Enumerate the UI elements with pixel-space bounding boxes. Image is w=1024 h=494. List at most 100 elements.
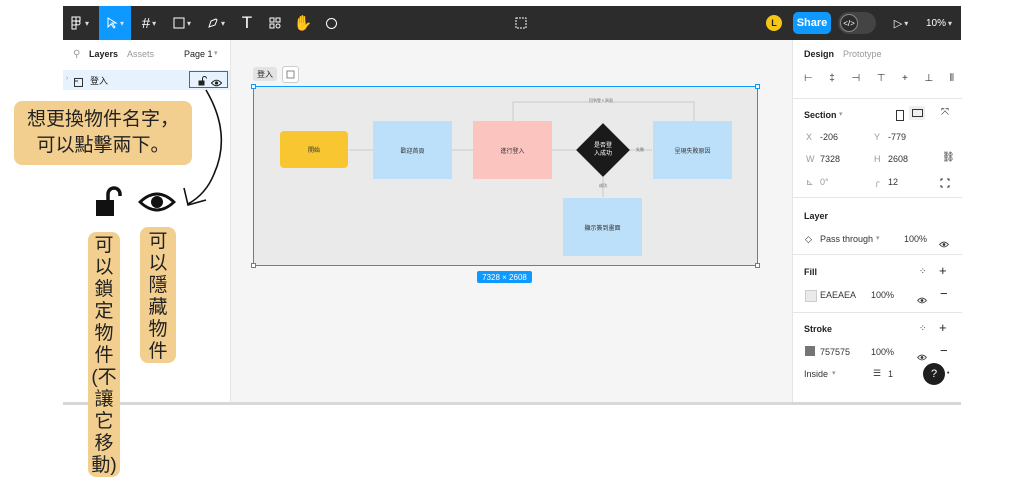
layer-name[interactable]: 登入 <box>90 74 108 87</box>
add-stroke-icon[interactable]: + <box>939 320 947 335</box>
help-button[interactable]: ? <box>923 363 945 385</box>
fill-opacity-input[interactable]: 100% <box>871 290 894 300</box>
page-selector[interactable]: Page 1 <box>184 49 213 59</box>
hide-note-char: 藏 <box>148 297 168 318</box>
styles-icon[interactable]: ⁘ <box>919 323 927 334</box>
align-top-icon[interactable]: ⊤ <box>877 73 886 85</box>
decision-line-2: 入成功 <box>593 151 612 157</box>
lock-note-char: (不 <box>91 367 117 388</box>
divider <box>793 98 962 99</box>
independent-corners-icon[interactable] <box>940 175 950 193</box>
align-center-icon[interactable]: ‡ <box>829 73 835 85</box>
frame-tool-icon[interactable]: # ▾ <box>135 6 163 40</box>
resize-handle[interactable] <box>755 263 760 268</box>
shape-tool-icon[interactable]: ▾ <box>167 6 197 40</box>
y-label: Y <box>874 132 881 142</box>
file-component-icon[interactable] <box>509 6 533 40</box>
lock-note-char: 以 <box>94 257 114 278</box>
distribute-icon[interactable]: ⫴ <box>950 73 954 85</box>
zoom-dropdown[interactable]: 10% ▾ <box>921 6 957 40</box>
chevron-down-icon[interactable]: ▾ <box>876 234 880 242</box>
eye-icon[interactable] <box>917 291 927 309</box>
welcome-node[interactable]: 歡迎首頁 <box>373 121 452 179</box>
add-fill-icon[interactable]: + <box>939 263 947 278</box>
styles-icon[interactable]: ⁘ <box>919 266 927 277</box>
start-node[interactable]: 開始 <box>280 131 348 168</box>
present-icon[interactable]: ▷ ▾ <box>889 6 913 40</box>
constrain-proportions-icon[interactable]: ⛓ <box>942 152 955 163</box>
dev-mode-toggle[interactable]: </> <box>838 12 876 34</box>
text-tool-icon[interactable]: T <box>235 6 259 40</box>
zoom-level: 10% <box>925 17 946 29</box>
radius-input[interactable]: 12 <box>888 177 898 187</box>
tab-assets[interactable]: Assets <box>127 49 154 59</box>
landscape-icon[interactable] <box>909 106 925 120</box>
curved-arrow <box>183 89 223 206</box>
h-input[interactable]: 2608 <box>888 154 908 164</box>
remove-fill-icon[interactable]: − <box>940 286 948 301</box>
frame-label[interactable]: 登入 <box>253 67 277 81</box>
comment-tool-icon[interactable] <box>319 6 343 40</box>
hand-icon[interactable] <box>282 66 299 83</box>
move-tool-icon[interactable]: ▾ <box>99 6 131 40</box>
chevron-down-icon[interactable]: ▾ <box>839 110 843 118</box>
section-type-dropdown[interactable]: Section <box>804 110 837 120</box>
tab-design[interactable]: Design <box>804 49 834 59</box>
more-icon[interactable]: • <box>947 370 949 377</box>
align-middle-icon[interactable]: + <box>902 73 908 85</box>
rename-note-line-2: 可以點擊兩下。 <box>36 135 170 156</box>
resize-handle[interactable] <box>251 84 256 89</box>
x-label: X <box>806 132 813 142</box>
portrait-icon[interactable] <box>896 108 904 126</box>
lock-note-char: 可 <box>94 235 114 256</box>
resize-handle[interactable] <box>755 84 760 89</box>
search-icon[interactable]: ⚲ <box>73 49 80 60</box>
align-right-icon[interactable]: ⊣ <box>851 73 860 85</box>
resources-icon[interactable] <box>263 6 287 40</box>
stroke-position-dropdown[interactable]: Inside <box>804 369 828 379</box>
pen-tool-icon[interactable]: ▾ <box>201 6 231 40</box>
chevron-right-icon[interactable]: › <box>66 75 68 82</box>
code-icon: </> <box>840 14 858 32</box>
main-menu-icon[interactable]: ▾ <box>63 6 97 40</box>
hide-note-char: 以 <box>148 253 168 274</box>
rotation-input[interactable]: 0° <box>820 177 829 187</box>
success-screen-node[interactable]: 顯示簽到畫面 <box>563 198 642 256</box>
rename-note-line-1: 想更換物件名字， <box>26 109 179 130</box>
remove-stroke-icon[interactable]: − <box>940 343 948 358</box>
lock-note-char: 它 <box>94 411 114 432</box>
lock-note-char: 物 <box>94 323 114 344</box>
stroke-hex-input[interactable]: 757575 <box>820 347 850 357</box>
h-label: H <box>874 154 881 164</box>
align-bottom-icon[interactable]: ⊥ <box>924 73 933 85</box>
eye-icon[interactable] <box>917 348 927 366</box>
y-input[interactable]: -779 <box>888 132 906 142</box>
login-node[interactable]: 進行登入 <box>473 121 552 179</box>
chevron-down-icon[interactable]: ▾ <box>214 49 218 57</box>
share-button[interactable]: Share <box>793 12 831 34</box>
section-frame[interactable]: 開始 歡迎首頁 進行登入 是否登 入成功 呈現失敗原因 顯示簽到畫面 回到登入頁… <box>253 86 758 266</box>
resize-handle[interactable] <box>251 263 256 268</box>
tab-layers[interactable]: Layers <box>89 49 118 59</box>
lock-note-char: 鎖 <box>94 279 114 300</box>
w-input[interactable]: 7328 <box>820 154 840 164</box>
eye-icon[interactable] <box>939 235 949 253</box>
divider <box>793 312 962 313</box>
stroke-weight-input[interactable]: 1 <box>888 369 893 379</box>
avatar[interactable]: L <box>766 15 782 31</box>
hand-tool-icon[interactable]: ✋ <box>291 6 315 40</box>
window-bottom-border <box>63 402 961 405</box>
canvas[interactable]: 登入 開始 歡迎首頁 進行登入 是否登 入成功 呈現失敗原因 顯示簽到畫面 回到… <box>231 40 792 402</box>
blend-mode-dropdown[interactable]: Pass through <box>820 234 873 244</box>
fail-node[interactable]: 呈現失敗原因 <box>653 121 732 179</box>
stroke-swatch[interactable] <box>805 346 815 356</box>
chevron-down-icon[interactable]: ▾ <box>832 369 836 377</box>
layer-opacity-input[interactable]: 100% <box>904 234 927 244</box>
fill-hex-input[interactable]: EAEAEA <box>820 290 856 300</box>
stroke-opacity-input[interactable]: 100% <box>871 347 894 357</box>
x-input[interactable]: -206 <box>820 132 838 142</box>
fill-swatch[interactable] <box>805 290 817 302</box>
align-left-icon[interactable]: ⊢ <box>804 73 813 85</box>
resize-to-fit-icon[interactable]: ⤧ <box>941 107 949 118</box>
tab-prototype[interactable]: Prototype <box>843 49 882 59</box>
